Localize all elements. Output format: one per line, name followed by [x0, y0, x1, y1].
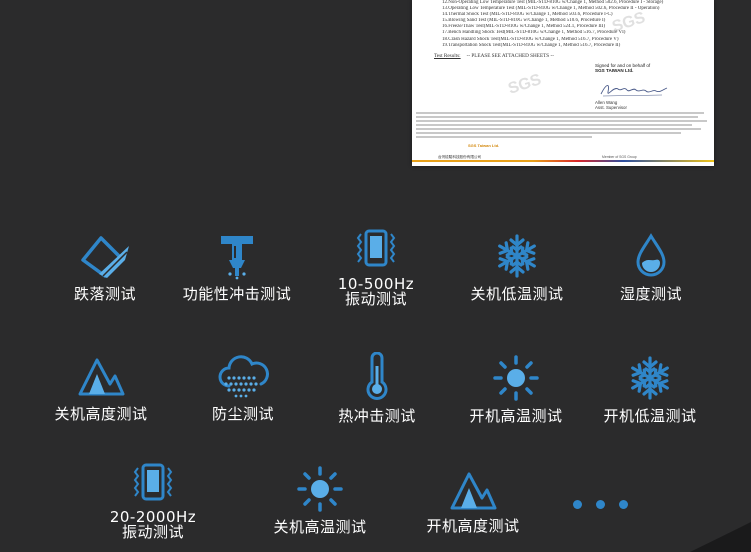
snowflake-icon: [631, 356, 669, 400]
results-value: -- PLEASE SEE ATTACHED SHEETS --: [466, 53, 554, 59]
feature-off-altitude: 关机高度测试: [26, 354, 176, 423]
footer-member: Member of SGS Group: [602, 155, 637, 159]
sun-icon: [297, 466, 343, 512]
feature-label: 开机低温测试: [603, 407, 697, 425]
feature-label: 功能性冲击测试: [182, 285, 292, 303]
signed-block: Signed for and on behalf of SGS TAIWAN L…: [595, 63, 705, 73]
feature-vibration-10-500: 10-500Hz 振动测试: [301, 228, 451, 307]
functional-shock-icon: [221, 236, 253, 280]
results-label: Test Results:: [434, 53, 461, 59]
dust-cloud-icon: [218, 355, 269, 398]
feature-label: 湿度测试: [619, 285, 682, 303]
sgs-watermark: SGS: [506, 71, 544, 98]
feature-label: 热冲击测试: [338, 407, 416, 425]
more-dots-icon: [573, 500, 629, 510]
feature-vibration-20-2000: 20-2000Hz 振动测试: [78, 462, 228, 540]
vibration-icon: [356, 229, 396, 267]
test-item: 19.Transportation Shock Test(MIL-STD-810…: [442, 42, 621, 48]
fine-print: [416, 112, 710, 140]
feature-label: 开机高度测试: [426, 517, 520, 535]
feature-off-low-temp: 关机低温测试: [442, 232, 592, 303]
mountain-icon: [78, 358, 125, 396]
certificate-footer: SGS Taiwan Ltd. 台灣檢驗科技股份有限公司 Member of S…: [412, 143, 714, 166]
feature-thermal-shock: 热冲击测试: [302, 352, 452, 425]
feature-functional-shock: 功能性冲击测试: [162, 232, 312, 303]
drop-test-icon: [81, 236, 129, 278]
signer-info: Allen Wang Asst. Supervisor: [595, 100, 627, 110]
feature-on-altitude: 开机高度测试: [398, 468, 548, 535]
signer-title: Asst. Supervisor: [595, 105, 627, 111]
feature-label-line2: 振动测试: [121, 523, 184, 541]
test-list: 12.Non-Operating Low Temperature Test (M…: [442, 0, 704, 49]
feature-on-low-temp: 开机低温测试: [575, 354, 725, 425]
feature-label: 关机高温测试: [273, 518, 367, 536]
feature-drop-test: 跌落测试: [30, 232, 180, 303]
feature-dustproof: 防尘测试: [168, 354, 318, 423]
feature-label: 关机低温测试: [470, 285, 564, 303]
feature-label: 跌落测试: [73, 285, 136, 303]
vibration-icon: [133, 463, 173, 501]
footer-color-bar: [412, 160, 714, 162]
sun-icon: [493, 355, 539, 401]
thermometer-icon: [366, 352, 388, 400]
signed-company: SGS TAIWAN Ltd.: [595, 68, 634, 73]
signature-image: [600, 85, 668, 97]
feature-label: 防尘测试: [211, 405, 274, 423]
test-results: Test Results: -- PLEASE SEE ATTACHED SHEE…: [434, 53, 554, 59]
feature-off-high-temp: 关机高温测试: [245, 465, 395, 536]
footer-logo: SGS Taiwan Ltd.: [468, 143, 500, 148]
feature-humidity: 湿度测试: [576, 232, 726, 303]
feature-label-line2: 振动测试: [344, 290, 407, 308]
feature-label: 关机高度测试: [54, 405, 148, 423]
feature-label: 开机高温测试: [469, 407, 563, 425]
sgs-certificate: SGS SGS 12.Non-Operating Low Temperature…: [412, 0, 714, 166]
mountain-icon: [450, 472, 497, 510]
feature-on-high-temp: 开机高温测试: [441, 354, 591, 425]
water-drop-icon: [636, 233, 666, 277]
snowflake-icon: [498, 234, 536, 278]
